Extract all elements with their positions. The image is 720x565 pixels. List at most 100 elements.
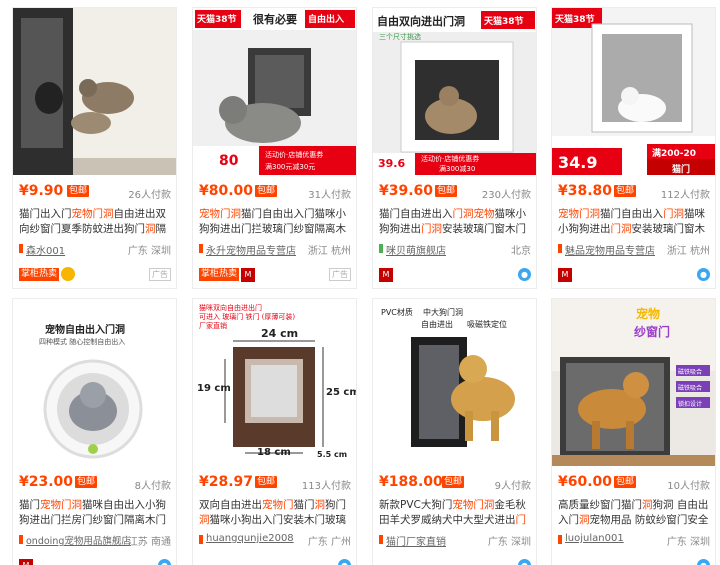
shop-icon <box>379 535 383 544</box>
shop-location: 广东 深圳 <box>666 537 710 548</box>
title-text: 猫门自由出入 <box>600 208 663 220</box>
product-price: ¥60.00 <box>558 474 613 490</box>
product-card[interactable]: 天猫38节 34.9 满200-20 猫门 ¥38.80 包邮 112人付款 宠物门… <box>551 7 716 289</box>
sales-count: 8人付款 <box>134 481 171 492</box>
title-text: 猫门自由进出入 <box>379 208 453 220</box>
shop-name[interactable]: 森水001 <box>26 242 65 257</box>
product-image[interactable]: 宠物自由出入门洞 四种模式 随心控制自由出入 <box>13 299 176 466</box>
product-card[interactable]: 宠物自由出入门洞 四种模式 随心控制自由出入 ¥23.00 包邮 8人付款 猫门宠物… <box>12 298 177 565</box>
product-image[interactable]: 自由双向进出门洞 天猫38节 三个尺寸挑选 39.6 活动价·店铺优惠券 满30… <box>373 8 536 175</box>
title-highlight: 宠物门洞 <box>452 499 495 511</box>
tmall-icon: M <box>558 268 572 282</box>
promo-label: 猫门 <box>672 165 691 175</box>
product-image[interactable]: PVC材质 中大狗门洞 自由进出 吸磁铁定位 <box>373 299 536 466</box>
product-title[interactable]: 高质量纱窗门猫门洞狗洞 自由出入门洞宠物用品 防蚊纱窗门安全门 <box>558 498 710 528</box>
title-highlight: 宠物门 <box>262 499 294 511</box>
wangwang-icon[interactable]: ● <box>697 268 710 281</box>
product-card[interactable]: PVC材质 中大狗门洞 自由进出 吸磁铁定位 ¥188.00 包邮 9人付款 新款P… <box>372 298 537 565</box>
product-card[interactable]: 宠物 纱窗门 磁铁吸合 磁铁吸合 锁扣设计 ¥60.00 包邮 10人付款 高质量纱… <box>551 298 716 565</box>
promo-label: 宠物自由出入门洞 <box>45 325 125 336</box>
promo-label: PVC材质 <box>381 308 413 317</box>
promo-label: 满300元减30元 <box>265 163 316 171</box>
tmall-icon: M <box>379 268 393 282</box>
tmall-icon: M <box>241 268 255 282</box>
title-highlight: 洞 <box>199 514 210 526</box>
title-highlight: 洞 <box>642 499 653 511</box>
sales-count: 9人付款 <box>494 481 531 492</box>
shop-icon <box>558 244 562 253</box>
product-image[interactable]: 宠物 纱窗门 磁铁吸合 磁铁吸合 锁扣设计 <box>552 299 715 466</box>
product-card[interactable]: 自由双向进出门洞 天猫38节 三个尺寸挑选 39.6 活动价·店铺优惠券 满30… <box>372 7 537 289</box>
promo-label: 天猫38节 <box>197 15 237 25</box>
product-card[interactable]: 天猫38节 很有必要 自由出入 80 活动价·店铺优惠券 满300元减30元 ¥… <box>192 7 357 289</box>
product-title[interactable]: 宠物门洞猫门自由出入门洞猫咪小狗狗进出门洞安装玻璃门窗木门铁门 <box>558 207 710 237</box>
shop-name[interactable]: 魅品宠物用品专营店 <box>565 242 655 257</box>
sales-count: 31人付款 <box>308 190 351 201</box>
title-highlight: 洞 <box>145 223 156 235</box>
title-highlight: 洞 <box>314 499 326 511</box>
wangwang-icon[interactable]: ● <box>338 559 351 565</box>
title-text: 双向自由进出 <box>199 499 262 511</box>
product-title[interactable]: 猫门宠物门洞猫咪自由出入小狗狗进出门拦房门纱窗门隔离木门铁门 <box>19 498 171 528</box>
wangwang-icon[interactable]: ● <box>697 559 710 565</box>
sales-count: 230人付款 <box>481 190 531 201</box>
promo-label: 吸磁铁定位 <box>467 320 507 329</box>
free-shipping-badge: 包邮 <box>255 476 278 488</box>
promo-price: 39.6 <box>378 157 406 170</box>
product-title[interactable]: 宠物门洞猫门自由出入门猫咪小狗狗进出门拦玻璃门纱窗隔离木门铁门 <box>199 207 351 237</box>
promo-label: 活动价·店铺优惠券 <box>265 151 324 159</box>
product-image[interactable]: 猫咪双向自由进出门 可进入 玻璃门 铁门 (厚薄可装) 厂家直销 24 cm 1… <box>193 299 356 466</box>
shop-name[interactable]: 猫门厂家直销 <box>386 533 446 548</box>
product-title[interactable]: 猫门自由进出入门洞宠物猫咪小狗狗进出门洞安装玻璃门窗木门铁门 <box>379 207 531 237</box>
title-text: 猫门出入门 <box>19 208 72 220</box>
wangwang-icon[interactable]: ● <box>518 559 531 565</box>
free-shipping-badge: 包邮 <box>614 476 637 488</box>
dimension-label: 24 cm <box>261 327 299 340</box>
dimension-label: 5.5 cm <box>317 450 348 459</box>
shop-name[interactable]: luojulan001 <box>565 533 624 544</box>
shop-location: 浙江 杭州 <box>666 246 710 257</box>
product-title[interactable]: 猫门出入门宠物门洞自由进出双向纱窗门夏季防蚊进出狗门洞隔墙门洞 <box>19 207 171 237</box>
shop-location: 江苏 南通 <box>127 537 171 548</box>
shop-location: 广东 广州 <box>307 537 351 548</box>
shop-location: 北京 <box>511 246 531 257</box>
shop-icon <box>379 244 383 253</box>
promo-label: 天猫38节 <box>484 17 524 27</box>
product-image[interactable] <box>13 8 176 175</box>
product-title[interactable]: 双向自由进出宠物门猫门洞狗门洞猫咪小狗出入门安装木门玻璃门门洞 <box>199 498 351 528</box>
tmall-icon: M <box>19 559 33 565</box>
shop-name[interactable]: huangqunjie2008 <box>206 533 294 544</box>
title-highlight: 宠物门洞 <box>71 208 114 220</box>
product-price: ¥28.97 <box>199 474 254 490</box>
title-highlight: 门洞 <box>663 208 684 220</box>
shop-icon <box>199 535 203 544</box>
promo-price: 80 <box>219 153 239 169</box>
sales-count: 10人付款 <box>667 481 710 492</box>
title-text: 新款PVC大狗门 <box>379 499 453 511</box>
product-card[interactable]: 猫咪双向自由进出门 可进入 玻璃门 铁门 (厚薄可装) 厂家直销 24 cm 1… <box>192 298 357 565</box>
promo-label: 自由出入 <box>308 15 345 25</box>
shop-icon <box>19 535 23 544</box>
wangwang-icon[interactable]: ● <box>518 268 531 281</box>
product-card[interactable]: ¥9.90 包邮 26人付款 猫门出入门宠物门洞自由进出双向纱窗门夏季防蚊进出狗门洞… <box>12 7 177 289</box>
shop-name[interactable]: ondoing宠物用品旗舰店 <box>26 533 131 547</box>
product-price: ¥38.80 <box>558 183 613 199</box>
title-text: 狗门 <box>325 499 346 511</box>
wangwang-icon[interactable]: ● <box>158 559 171 565</box>
shop-icon <box>199 244 203 253</box>
product-image[interactable]: 天猫38节 34.9 满200-20 猫门 <box>552 8 715 175</box>
shop-location: 浙江 杭州 <box>307 246 351 257</box>
title-highlight: 宠物门洞 <box>40 499 82 511</box>
shop-name[interactable]: 永升宠物用品专营店 <box>206 242 296 257</box>
title-text: 高质量纱窗门猫门 <box>558 499 642 511</box>
promo-label: 磁铁吸合 <box>678 385 703 392</box>
product-price: ¥39.60 <box>379 183 434 199</box>
promo-label: 厂家直销 <box>199 322 227 330</box>
product-image[interactable]: 天猫38节 很有必要 自由出入 80 活动价·店铺优惠券 满300元减30元 <box>193 8 356 175</box>
free-shipping-badge: 包邮 <box>614 185 637 197</box>
shop-name[interactable]: 咪贝萌旗舰店 <box>386 242 446 257</box>
product-price: ¥23.00 <box>19 474 74 490</box>
promo-label: 满300减30 <box>439 165 476 173</box>
product-title[interactable]: 新款PVC大狗门宠物门洞金毛秋田羊犬罗威纳犬中大型犬进出门洞 <box>379 498 531 528</box>
title-highlight: 宠物门洞 <box>558 208 600 220</box>
